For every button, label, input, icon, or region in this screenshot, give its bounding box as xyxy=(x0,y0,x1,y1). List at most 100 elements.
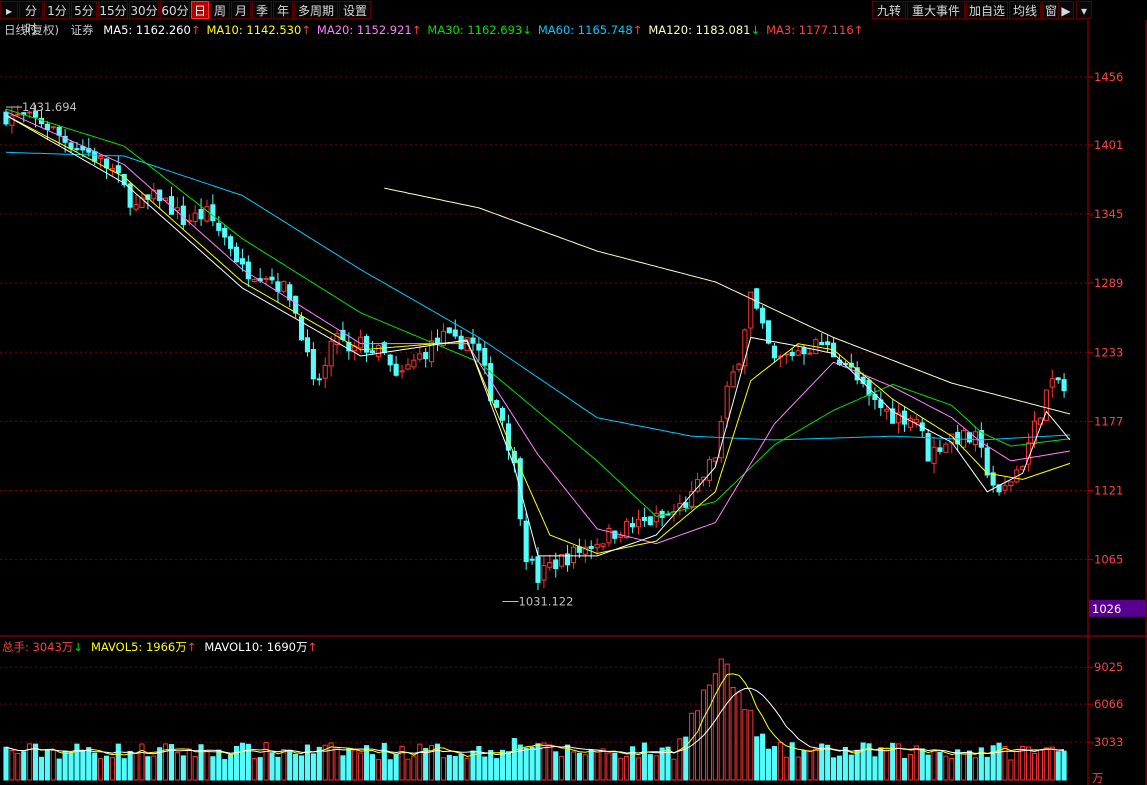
price-tick-label-6: 1121 xyxy=(1094,484,1123,498)
vol-bar-114 xyxy=(677,738,683,781)
candle-body-47 xyxy=(281,281,287,292)
vol-bar-175 xyxy=(1037,749,1044,781)
candle-body-158 xyxy=(937,447,943,452)
candle-body-103 xyxy=(612,530,618,539)
candle-body-76 xyxy=(452,329,458,337)
candle-body-139 xyxy=(825,341,831,345)
kline-chart[interactable]: 1456 1401 1345 1289 1233 1177 1121 1065 1026 9025… xyxy=(0,0,1147,785)
candle-body-63 xyxy=(375,345,381,357)
vol-bar-167 xyxy=(990,745,996,781)
vol-bar-60 xyxy=(358,752,364,781)
vol-bar-23 xyxy=(139,743,145,781)
vol-bar-8 xyxy=(50,749,56,781)
vol-bar-157 xyxy=(931,749,937,781)
candle-body-73 xyxy=(434,337,441,344)
vol-bar-43 xyxy=(257,757,263,781)
vol-bar-52 xyxy=(310,753,316,781)
candle-body-71 xyxy=(423,351,429,360)
vol-bar-73 xyxy=(434,743,441,781)
vol-bar-85 xyxy=(505,751,512,781)
vol-bar-132 xyxy=(783,756,789,781)
price-tick-label-2: 1345 xyxy=(1094,207,1123,221)
candle-body-45 xyxy=(269,276,275,281)
vol-bar-143 xyxy=(848,754,854,781)
candle-body-93 xyxy=(553,559,559,570)
candle-body-51 xyxy=(304,337,311,353)
candle-body-38 xyxy=(228,236,234,249)
candle-body-136 xyxy=(807,352,813,355)
vol-bar-105 xyxy=(624,755,630,781)
vol-bar-31 xyxy=(186,748,192,781)
vol-bar-101 xyxy=(600,748,606,781)
vol-bar-149 xyxy=(884,749,890,781)
vol-bar-20 xyxy=(121,758,127,781)
candle-body-106 xyxy=(630,523,636,528)
vol-bar-66 xyxy=(393,753,399,781)
vol-bar-152 xyxy=(901,757,908,781)
vol-bar-46 xyxy=(275,756,281,781)
candle-body-46 xyxy=(275,281,281,292)
candle-body-134 xyxy=(795,350,801,356)
vol-bar-91 xyxy=(541,742,547,781)
candle-body-92 xyxy=(547,562,553,568)
vol-bar-15 xyxy=(92,752,98,781)
vol-bar-51 xyxy=(304,744,311,781)
candle-body-42 xyxy=(251,278,257,282)
vol-bar-131 xyxy=(777,742,783,781)
vol-bar-168 xyxy=(996,742,1002,781)
candle-body-32 xyxy=(192,212,198,223)
candle-body-91 xyxy=(541,565,547,581)
vol-bar-166 xyxy=(984,756,990,781)
candle-body-102 xyxy=(606,527,612,544)
vol-bar-162 xyxy=(961,753,967,781)
candle-body-36 xyxy=(216,222,222,231)
vol-bar-95 xyxy=(564,744,571,781)
vol-bar-130 xyxy=(771,746,778,781)
vol-bar-123 xyxy=(730,686,736,781)
candle-body-135 xyxy=(801,347,807,355)
candle-body-159 xyxy=(943,443,949,453)
candle-body-15 xyxy=(92,151,98,162)
vol-bar-63 xyxy=(375,759,381,781)
vol-bar-84 xyxy=(499,749,506,781)
vol-bar-44 xyxy=(263,742,269,781)
candle-body-7 xyxy=(44,123,50,131)
candle-body-49 xyxy=(293,295,299,314)
candle-body-179 xyxy=(1061,379,1067,392)
candle-body-44 xyxy=(263,277,269,281)
vol-bar-24 xyxy=(145,756,151,781)
vol-bar-36 xyxy=(216,749,222,781)
vol-bar-16 xyxy=(98,758,104,781)
candle-body-157 xyxy=(931,446,937,464)
candle-body-33 xyxy=(198,208,204,220)
vol-bar-121 xyxy=(718,658,724,781)
vol-bar-58 xyxy=(346,748,352,781)
candle-body-119 xyxy=(706,459,712,481)
vol-bar-92 xyxy=(547,744,553,781)
vol-bar-154 xyxy=(913,745,919,781)
candle-body-48 xyxy=(287,284,293,301)
ma-line-MA20 xyxy=(5,111,1071,545)
vol-bar-155 xyxy=(919,748,925,781)
vol-bar-32 xyxy=(192,756,198,781)
vol-bar-1 xyxy=(9,750,15,781)
ma-line-MA5 xyxy=(5,114,1071,557)
candle-body-105 xyxy=(624,520,630,539)
vol-bar-158 xyxy=(937,751,943,781)
candle-body-37 xyxy=(222,227,228,238)
candle-body-138 xyxy=(819,341,825,346)
candle-body-79 xyxy=(470,337,476,344)
candle-body-177 xyxy=(1049,378,1055,388)
candle-body-9 xyxy=(56,126,62,136)
candle-body-34 xyxy=(204,206,210,222)
ma-line-MA60 xyxy=(5,151,1071,441)
vol-bar-47 xyxy=(281,748,287,781)
vol-tick-label-0: 9025 xyxy=(1094,660,1123,674)
candle-body-100 xyxy=(594,543,600,549)
vol-bar-29 xyxy=(174,752,180,781)
candle-body-8 xyxy=(50,126,56,129)
vol-unit-label: 万 xyxy=(1092,771,1104,785)
vol-bar-120 xyxy=(712,673,718,781)
price-tick-label-7: 1065 xyxy=(1094,553,1123,567)
vol-bar-62 xyxy=(369,754,376,781)
